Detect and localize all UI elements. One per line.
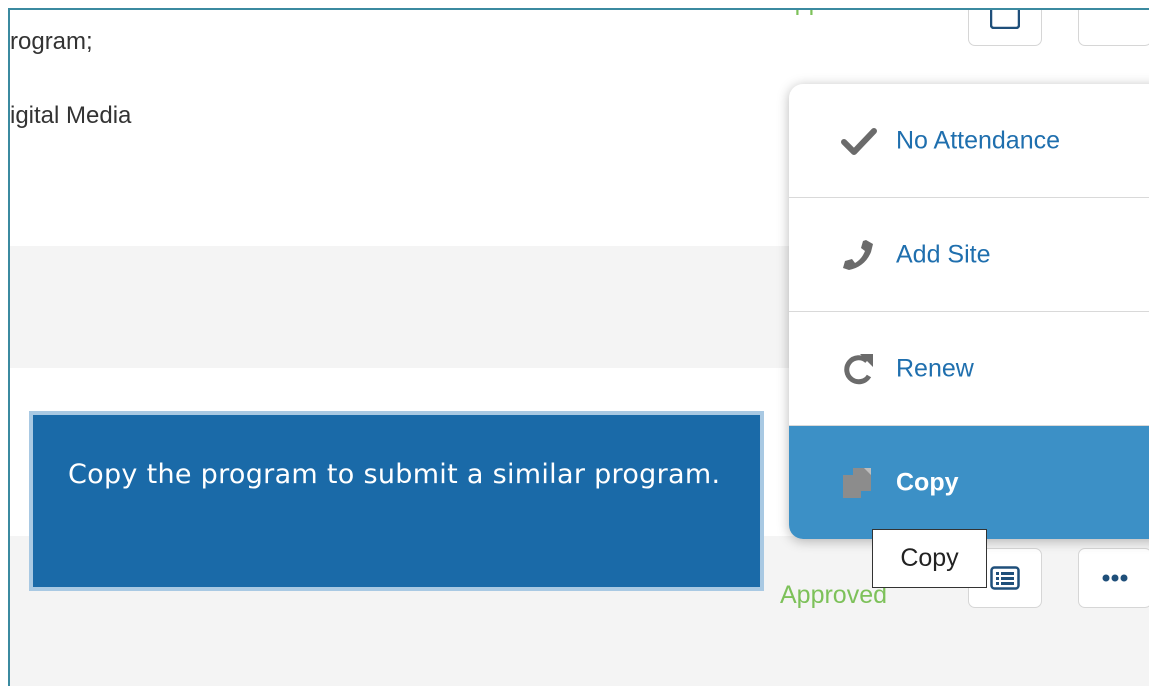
menu-item-label: No Attendance (896, 126, 1061, 154)
menu-item-copy[interactable]: Copy (789, 426, 1149, 539)
menu-item-add-site[interactable]: Add Site (789, 198, 1149, 312)
table-row: rogram; Approved (10, 10, 1149, 76)
menu-item-label: Renew (896, 354, 974, 382)
menu-item-renew[interactable]: Renew (789, 312, 1149, 426)
callout-text: Copy the program to submit a similar pro… (68, 459, 721, 490)
status-approved: Approved (780, 581, 888, 609)
copy-tooltip: Copy (872, 529, 987, 588)
help-callout: Copy the program to submit a similar pro… (29, 411, 764, 591)
more-button[interactable] (1078, 10, 1149, 46)
more-button[interactable] (1078, 548, 1149, 608)
actions-dropdown-menu: No Attendance Add Site Renew Copy (789, 84, 1149, 539)
list-icon (990, 566, 1020, 590)
menu-item-label: Copy (896, 468, 959, 497)
phone-icon (843, 239, 873, 270)
program-name-cell: rogram; (10, 28, 93, 55)
copy-icon (843, 468, 871, 498)
list-icon (990, 10, 1020, 29)
status-approved: Approved (778, 10, 885, 17)
check-icon (841, 127, 877, 155)
details-button[interactable] (968, 10, 1042, 46)
ellipsis-icon (1102, 574, 1128, 582)
program-name-cell: igital Media (10, 102, 132, 129)
menu-item-label: Add Site (896, 240, 991, 268)
redo-icon (844, 353, 873, 384)
menu-item-no-attendance[interactable]: No Attendance (789, 84, 1149, 198)
